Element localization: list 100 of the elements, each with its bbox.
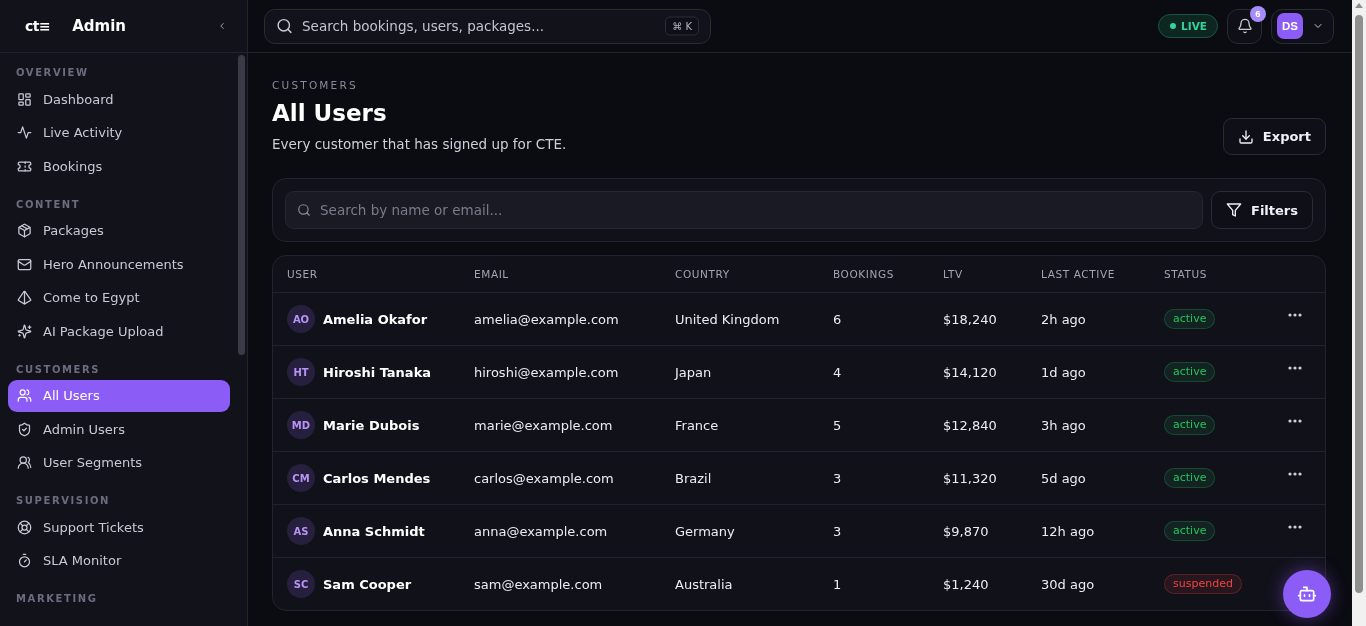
- scrollbar-thumb[interactable]: [1355, 15, 1363, 593]
- status-dot-icon: [1170, 23, 1177, 29]
- live-label: LIVE: [1181, 20, 1207, 32]
- scroll-up-arrow-icon[interactable]: [1355, 3, 1363, 8]
- column-header: LTV: [943, 268, 964, 280]
- nav-item[interactable]: Packages: [8, 214, 230, 247]
- user-country: France: [675, 417, 720, 433]
- box-icon: [17, 223, 32, 238]
- user-email: sam@example.com: [474, 576, 604, 592]
- logo: ct≡: [25, 18, 51, 34]
- user-email: marie@example.com: [474, 417, 614, 433]
- column-header: EMAIL: [474, 268, 510, 280]
- last-active-time: 2h ago: [1041, 311, 1087, 327]
- timer-icon: [17, 553, 32, 568]
- booking-count: 4: [833, 364, 843, 380]
- user-email: carlos@example.com: [474, 470, 615, 486]
- shortcut-hint: ⌘ K: [665, 16, 699, 36]
- user-email: amelia@example.com: [474, 311, 620, 327]
- notification-count: 6: [1250, 5, 1266, 22]
- status-badge: active: [1164, 309, 1216, 329]
- lifetime-value: $12,840: [943, 417, 998, 433]
- nav-item[interactable]: User Segments: [8, 446, 230, 479]
- column-header: STATUS: [1164, 268, 1208, 280]
- column-header: BOOKINGS: [833, 268, 895, 280]
- user-name: Carlos Mendes: [323, 470, 431, 486]
- nav-item[interactable]: All Users: [8, 379, 230, 412]
- more-options-icon[interactable]: [1288, 313, 1302, 317]
- nav-item[interactable]: Hero Announcements: [8, 248, 230, 280]
- user-name: Amelia Okafor: [323, 311, 428, 327]
- shield-check-icon: [17, 421, 32, 437]
- funnel-icon: [1226, 202, 1242, 218]
- search-icon: [297, 203, 311, 217]
- user-country: Brazil: [675, 470, 713, 486]
- section-label: CUSTOMERS: [15, 362, 102, 377]
- pyramid-icon: [17, 290, 32, 305]
- lifetime-value: $14,120: [943, 364, 998, 380]
- status-badge: active: [1164, 415, 1216, 435]
- booking-count: 3: [833, 470, 843, 486]
- account-menu-button[interactable]: DS: [1271, 8, 1334, 44]
- user-name: Hiroshi Tanaka: [323, 364, 432, 380]
- user-name: Sam Cooper: [323, 576, 412, 592]
- page-subtitle: Every customer that has signed up for CTE.: [272, 135, 567, 154]
- booking-count: 6: [833, 311, 843, 327]
- status-badge: active: [1164, 521, 1216, 541]
- search-icon: [276, 17, 293, 35]
- page-title: All Users: [272, 99, 388, 128]
- lifetime-value: $18,240: [943, 311, 998, 327]
- more-options-icon[interactable]: [1288, 525, 1302, 529]
- user-avatar: DS: [1277, 13, 1303, 39]
- users-icon: [17, 388, 32, 403]
- lifetime-value: $1,240: [943, 576, 990, 592]
- last-active-time: 5d ago: [1041, 470, 1087, 486]
- column-header: COUNTRY: [675, 268, 731, 280]
- pulse-icon: [17, 125, 32, 140]
- last-active-time: 3h ago: [1041, 417, 1087, 433]
- section-label: CONTENT: [15, 197, 82, 212]
- section-label: SUPERVISION: [15, 494, 112, 508]
- avatar-initials: MD: [287, 411, 315, 439]
- last-active-time: 30d ago: [1041, 576, 1096, 592]
- nav-item[interactable]: Support Tickets: [8, 511, 230, 543]
- filters-button[interactable]: Filters: [1211, 191, 1313, 229]
- nav-item[interactable]: Bookings: [8, 150, 230, 182]
- avatar-initials: HT: [287, 358, 315, 386]
- lifetime-value: $9,870: [943, 523, 990, 539]
- more-options-icon[interactable]: [1288, 419, 1302, 423]
- user-email: hiroshi@example.com: [474, 364, 620, 380]
- avatar-initials: AO: [287, 305, 315, 333]
- avatar-initials: AS: [287, 517, 315, 545]
- user-country: Germany: [675, 523, 736, 539]
- nav-item[interactable]: AI Package Upload: [8, 315, 230, 347]
- nav-item[interactable]: Live Activity: [8, 116, 230, 149]
- page-eyebrow: CUSTOMERS: [272, 78, 359, 92]
- avatar-initials: SC: [287, 570, 315, 598]
- brand-title: Admin: [72, 17, 128, 35]
- search-field[interactable]: Search by name or email...: [285, 191, 1203, 229]
- booking-count: 1: [833, 576, 843, 592]
- download-icon: [1237, 128, 1254, 145]
- user-name: Anna Schmidt: [323, 523, 425, 539]
- grid-icon: [17, 91, 32, 107]
- nav-item[interactable]: Dashboard: [8, 83, 230, 115]
- assistant-button[interactable]: [1283, 570, 1331, 618]
- more-options-icon[interactable]: [1288, 472, 1302, 476]
- status-badge: active: [1164, 468, 1216, 488]
- mail-icon: [17, 256, 32, 272]
- users-icon: [17, 455, 32, 470]
- status-badge: active: [1164, 362, 1216, 382]
- user-email: anna@example.com: [474, 523, 609, 539]
- scrollbar-thumb[interactable]: [238, 55, 245, 355]
- nav-item[interactable]: SLA Monitor: [8, 544, 230, 577]
- user-country: United Kingdom: [675, 311, 781, 327]
- booking-count: 3: [833, 523, 843, 539]
- lifetime-value: $11,320: [943, 470, 998, 486]
- section-label: MARKETING: [15, 592, 99, 606]
- more-options-icon[interactable]: [1288, 366, 1302, 370]
- ticket-icon: [17, 158, 32, 174]
- section-label: OVERVIEW: [15, 66, 90, 80]
- export-button[interactable]: Export: [1222, 118, 1326, 155]
- nav-item[interactable]: Come to Egypt: [8, 281, 230, 314]
- nav-item[interactable]: Admin Users: [8, 413, 230, 445]
- robot-icon: [1297, 584, 1317, 604]
